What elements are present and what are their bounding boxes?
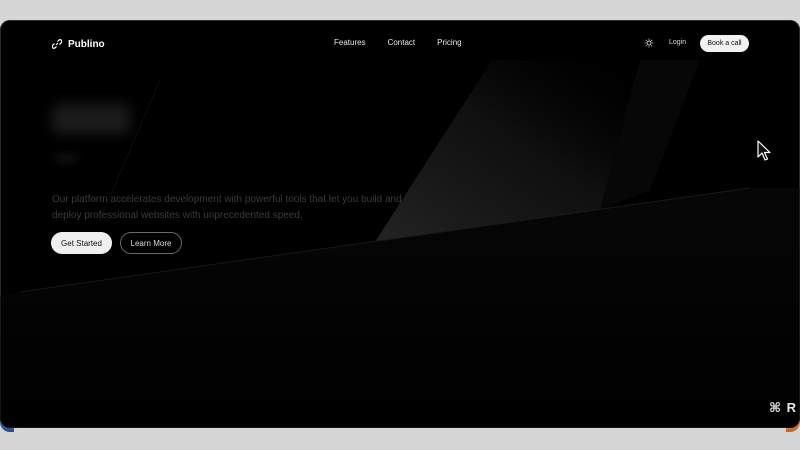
keyboard-shortcut-overlay: ⌘ R — [769, 400, 798, 415]
link-icon — [52, 39, 62, 49]
browser-window: Publino Features Contact Pricing Login B… — [0, 20, 800, 428]
brand-logo[interactable]: Publino — [52, 36, 105, 52]
nav-link-contact[interactable]: Contact — [388, 38, 416, 47]
nav-links: Features Contact Pricing — [334, 38, 462, 47]
book-call-button[interactable]: Book a call — [700, 35, 749, 52]
nav-link-features[interactable]: Features — [334, 38, 366, 47]
learn-more-button[interactable]: Learn More — [120, 232, 182, 254]
get-started-button[interactable]: Get Started — [51, 232, 112, 254]
brand-name: Publino — [68, 38, 105, 50]
sun-icon[interactable] — [644, 38, 654, 48]
top-navigation: Publino Features Contact Pricing Login B… — [0, 20, 800, 68]
screen: Publino Features Contact Pricing Login B… — [0, 0, 800, 450]
hero-background-graphic — [0, 60, 800, 428]
login-link[interactable]: Login — [669, 39, 686, 46]
hero-title-blurred — [52, 104, 130, 134]
nav-link-pricing[interactable]: Pricing — [437, 38, 461, 47]
hero-subtitle-blurred — [55, 153, 77, 163]
mouse-pointer-icon — [757, 140, 771, 161]
hero-description: Our platform accelerates development wit… — [52, 194, 402, 221]
